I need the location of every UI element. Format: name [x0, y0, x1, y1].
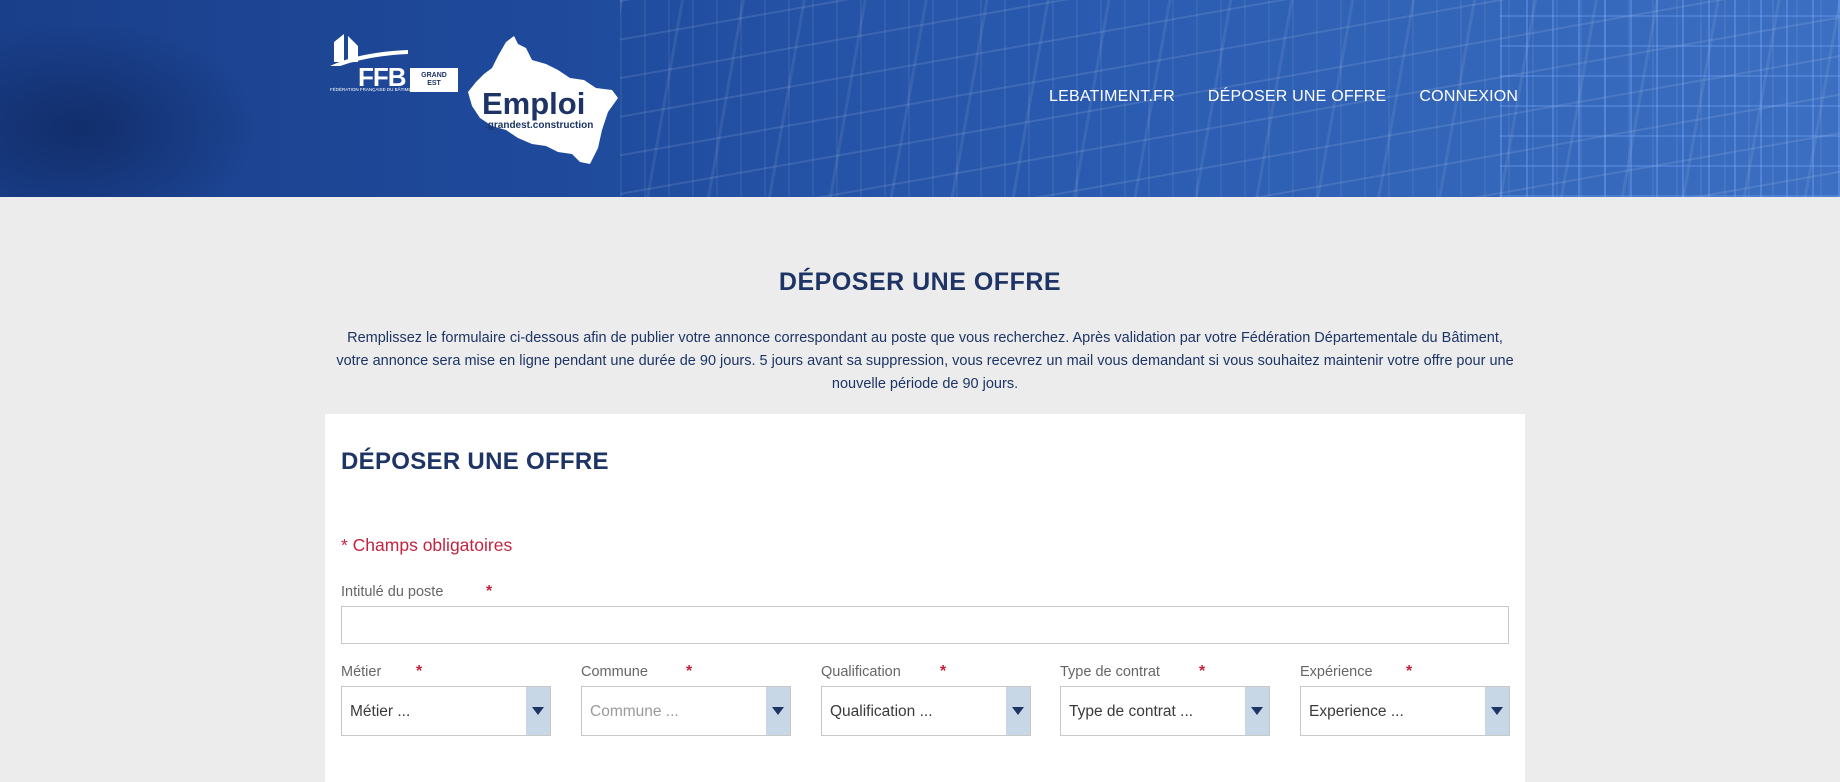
ffb-logo-subtext: FÉDÉRATION FRANÇAISE DU BÂTIMENT [330, 87, 418, 92]
experience-select[interactable]: Experience ... [1300, 686, 1510, 736]
qualification-required-star: * [940, 663, 947, 680]
commune-required-star: * [686, 663, 693, 680]
contrat-required-star: * [1199, 663, 1206, 680]
site-header: FFB FÉDÉRATION FRANÇAISE DU BÂTIMENT GRA… [0, 0, 1840, 197]
grand-est-badge: GRAND EST [410, 68, 458, 92]
contrat-select-value: Type de contrat ... [1069, 703, 1194, 720]
chevron-down-icon[interactable] [526, 687, 550, 735]
main-nav: LEBATIMENT.FR DÉPOSER UNE OFFRE CONNEXIO… [1049, 88, 1518, 106]
metier-select-value: Métier ... [350, 703, 411, 720]
chevron-down-icon[interactable] [1245, 687, 1269, 735]
qualification-select[interactable]: Qualification ... [821, 686, 1031, 736]
experience-label: Expérience [1300, 664, 1373, 680]
grand-est-line1: GRAND [421, 72, 447, 79]
grand-est-line2: EST [427, 80, 441, 87]
header-background-trees [0, 20, 260, 197]
intitule-input[interactable] [341, 606, 1509, 644]
page-title: DÉPOSER UNE OFFRE [778, 268, 1062, 296]
qualification-label: Qualification [821, 664, 901, 680]
experience-required-star: * [1406, 663, 1413, 680]
chevron-down-icon[interactable] [1485, 687, 1509, 735]
commune-label: Commune [581, 664, 648, 680]
chevron-down-icon[interactable] [1006, 687, 1030, 735]
nav-lebatiment[interactable]: LEBATIMENT.FR [1049, 88, 1175, 106]
intitule-label: Intitulé du poste [341, 584, 444, 600]
commune-select-value: Commune ... [590, 703, 679, 720]
emploi-logo-subtitle: .grandest.construction [485, 120, 594, 131]
metier-label: Métier [341, 664, 382, 680]
metier-select[interactable]: Métier ... [341, 686, 551, 736]
header-background-scaffold [1500, 0, 1840, 197]
contrat-label: Type de contrat [1060, 664, 1160, 680]
intro-text: Remplissez le formulaire ci-dessous afin… [336, 330, 1514, 392]
qualification-select-value: Qualification ... [830, 703, 933, 720]
intitule-required-star: * [486, 583, 493, 600]
emploi-logo-title: Emploi [482, 86, 586, 121]
contrat-select[interactable]: Type de contrat ... [1060, 686, 1270, 736]
offer-form-card: DÉPOSER UNE OFFRE * Champs obligatoires … [325, 414, 1525, 782]
commune-select[interactable]: Commune ... [581, 686, 791, 736]
required-fields-note: * Champs obligatoires [341, 535, 513, 555]
ffb-house-icon [330, 34, 408, 66]
form-title: DÉPOSER UNE OFFRE [341, 448, 609, 475]
chevron-down-icon[interactable] [766, 687, 790, 735]
experience-select-value: Experience ... [1309, 703, 1404, 720]
nav-deposer-offre[interactable]: DÉPOSER UNE OFFRE [1208, 88, 1387, 106]
nav-connexion[interactable]: CONNEXION [1419, 88, 1518, 106]
metier-required-star: * [416, 663, 423, 680]
